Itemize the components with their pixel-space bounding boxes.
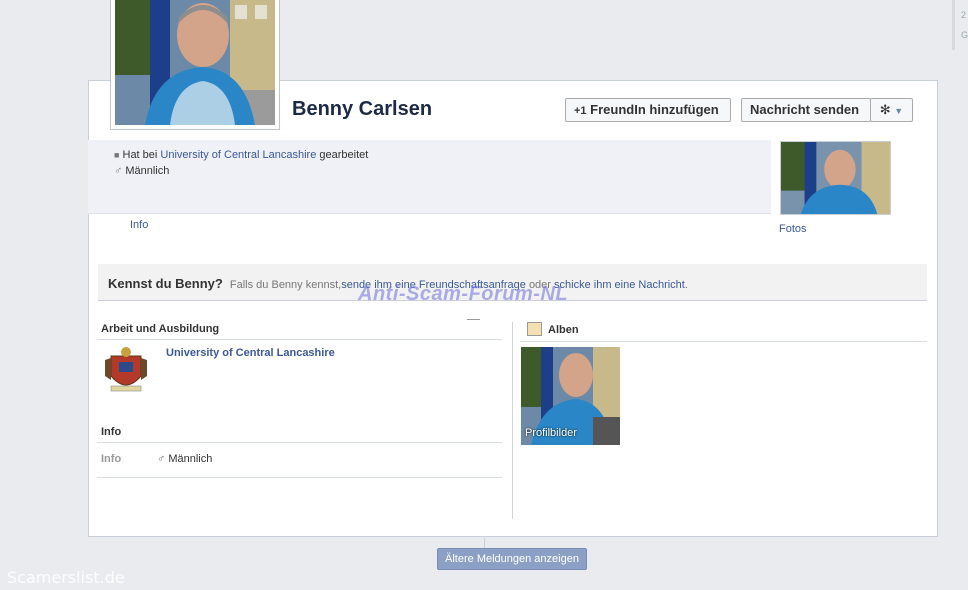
chevron-down-icon: ▼ [894,106,904,116]
profile-photo [115,0,275,125]
work-org-title[interactable]: University of Central Lancashire [166,347,335,359]
send-message-link[interactable]: schicke ihm eine Nachricht [554,279,685,291]
info-link[interactable]: Info [130,219,148,231]
info-label: Info [101,453,122,465]
briefcase-icon: ■ [114,150,120,160]
info-divider [97,442,502,443]
older-posts-button[interactable]: Ältere Meldungen anzeigen [437,548,587,570]
gender-value: Männlich [125,165,170,177]
album-profile-pictures[interactable]: Profilbilder [521,347,620,445]
work-suffix: gearbeitet [319,149,369,161]
university-crest-icon[interactable] [103,346,149,396]
profile-name: Benny Carlsen [292,98,433,120]
male-icon: ♂ [157,453,166,465]
know-title: Kennst du Benny? [108,276,223,291]
corner-watermark: Scamerslist.de [7,568,125,587]
rail-text-1: 2 [961,10,967,20]
work-divider [97,339,502,340]
albums-icon [527,322,542,336]
work-section-heading: Arbeit und Ausbildung [101,323,220,335]
right-rail: 2 G [952,0,968,50]
info-bottom-divider [97,477,502,478]
photos-link[interactable]: Fotos [779,223,807,235]
info-gender-value: Männlich [168,453,213,465]
work-org-link[interactable]: University of Central Lancashire [160,149,316,161]
male-icon: ♂ [114,165,123,177]
collapse-icon[interactable] [467,319,480,320]
settings-dropdown-button[interactable]: ✻ ▼ [870,98,913,122]
info-section-heading: Info [101,426,122,438]
add-friend-icon: +1 [574,105,587,117]
send-message-button[interactable]: Nachricht senden [741,98,871,122]
know-text1: Falls du Benny kennst, [229,279,342,291]
info-gender: ♂ Männlich [157,453,212,465]
know-text3: . [684,279,688,291]
albums-divider [520,341,927,342]
work-line: ■ Hat bei University of Central Lancashi… [114,149,368,161]
albums-heading: Alben [548,324,579,336]
album-title: Profilbilder [525,427,577,439]
column-divider [512,322,513,519]
thumbnail-image [781,142,890,214]
watermark-text: Anti-Scam-Forum-NL [358,283,569,305]
add-friend-button[interactable]: +1 FreundIn hinzufügen [565,98,731,122]
work-prefix: Hat bei [122,149,158,161]
photo-thumbnail[interactable] [780,141,891,215]
profile-picture[interactable] [110,0,280,130]
gender-line: ♂ Männlich [114,165,169,177]
timeline-connector [484,538,485,548]
gear-icon: ✻ [879,102,891,117]
rail-text-2: G [961,30,968,40]
add-friend-label: FreundIn hinzufügen [590,102,719,117]
